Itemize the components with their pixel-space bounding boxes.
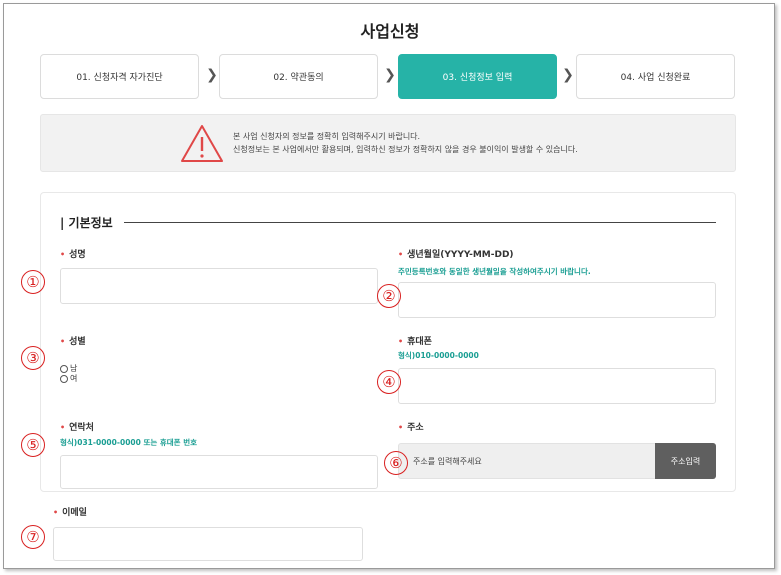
required-mark: •: [53, 508, 59, 517]
mobile-input[interactable]: [398, 368, 716, 404]
section-title: | 기본정보: [60, 216, 113, 230]
section-divider: [124, 222, 716, 223]
required-mark: •: [398, 423, 404, 432]
required-mark: •: [398, 337, 404, 346]
notice-line-2: 신청정보는 본 사업에서만 활용되며, 입력하신 정보가 정확하지 않을 경우 …: [233, 145, 578, 154]
phone-input[interactable]: [60, 455, 378, 489]
screenshot-frame: 사업신청 01. 신청자격 자가진단 ❯ 02. 약관동의 ❯ 03. 신청정보…: [3, 3, 775, 569]
required-mark: •: [60, 250, 66, 259]
required-mark: •: [60, 423, 66, 432]
address-placeholder: 주소를 입력해주세요: [413, 457, 482, 466]
warning-icon: [181, 125, 223, 162]
phone-hint: 형식)031-0000-0000 또는 휴대폰 번호: [60, 438, 197, 447]
required-mark: •: [60, 337, 66, 346]
address-field[interactable]: 주소를 입력해주세요 주소입력: [398, 443, 716, 479]
page-title: 사업신청: [360, 22, 420, 41]
birth-label: • 생년월일(YYYY-MM-DD): [398, 250, 514, 260]
chevron-right-icon: ❯: [384, 67, 396, 83]
address-search-button[interactable]: 주소입력: [655, 443, 716, 479]
annotation-marker-5: ⑤: [21, 433, 45, 457]
step-4: 04. 사업 신청완료: [576, 54, 735, 99]
radio-female[interactable]: [60, 374, 68, 383]
annotation-marker-6: ⑥: [384, 451, 408, 475]
email-input[interactable]: [53, 527, 363, 561]
chevron-right-icon: ❯: [562, 67, 574, 83]
birth-input[interactable]: [398, 282, 716, 318]
step-3-active: 03. 신청정보 입력: [398, 54, 557, 99]
annotation-marker-4: ④: [377, 370, 401, 394]
gender-option-female[interactable]: 여: [60, 373, 77, 384]
annotation-marker-1: ①: [21, 270, 45, 294]
mobile-hint: 형식)010-0000-0000: [398, 351, 479, 360]
phone-label: • 연락처: [60, 423, 94, 433]
radio-male[interactable]: [60, 364, 68, 373]
notice-box: 본 사업 신청자의 정보를 정확히 입력해주시기 바랍니다. 신청정보는 본 사…: [40, 114, 736, 172]
notice-line-1: 본 사업 신청자의 정보를 정확히 입력해주시기 바랍니다.: [233, 132, 421, 141]
address-label: • 주소: [398, 423, 424, 433]
name-label: • 성명: [60, 250, 86, 260]
annotation-marker-7: ⑦: [21, 525, 45, 549]
name-input[interactable]: [60, 268, 378, 304]
mobile-label: • 휴대폰: [398, 337, 432, 347]
annotation-marker-3: ③: [21, 346, 45, 370]
step-2: 02. 약관동의: [219, 54, 378, 99]
step-1: 01. 신청자격 자가진단: [40, 54, 199, 99]
birth-hint: 주민등록번호와 동일한 생년월일을 작성하여주시기 바랍니다.: [398, 267, 591, 276]
email-label: • 이메일: [53, 508, 87, 518]
annotation-marker-2: ②: [377, 284, 401, 308]
required-mark: •: [398, 250, 404, 259]
gender-label: • 성별: [60, 337, 86, 347]
notice-text: 본 사업 신청자의 정보를 정확히 입력해주시기 바랍니다. 신청정보는 본 사…: [233, 130, 578, 156]
step-indicator: 01. 신청자격 자가진단 ❯ 02. 약관동의 ❯ 03. 신청정보 입력 ❯…: [40, 54, 736, 100]
